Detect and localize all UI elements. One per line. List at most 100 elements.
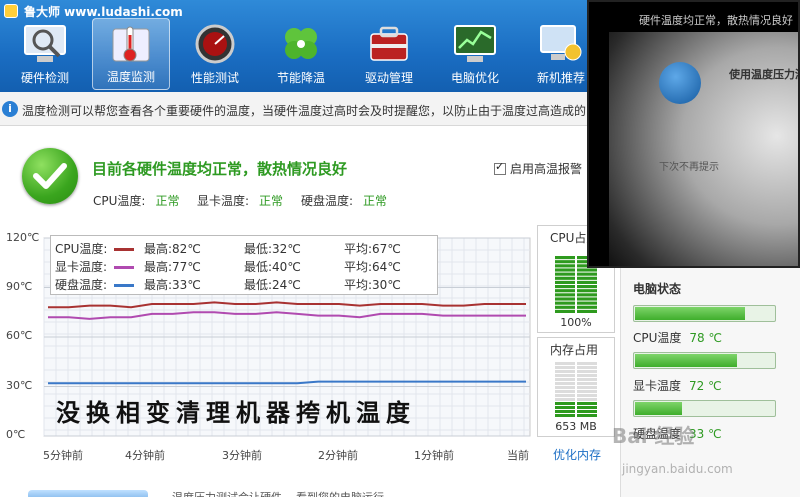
legend-cpu-name: CPU温度:	[55, 242, 108, 256]
x-tick-label: 2分钟前	[318, 449, 358, 462]
cpu-temp-bar	[633, 305, 776, 322]
y-tick-label: 120℃	[6, 231, 40, 244]
meter-segment	[555, 264, 575, 268]
x-tick-label: 4分钟前	[125, 449, 165, 462]
handwritten-annotation: 没换相变清理机器挎机温度	[56, 398, 416, 427]
meter-segment	[555, 370, 575, 373]
memory-usage-gauge	[555, 362, 597, 418]
disk-temp-bar-fill	[635, 402, 682, 415]
meter-segment	[555, 301, 575, 305]
legend-cpu-min: 最低:32℃	[244, 242, 301, 256]
optimize-memory-link[interactable]: 优化内存	[553, 446, 601, 463]
meter-segment	[577, 280, 597, 284]
meter-segment	[555, 398, 575, 401]
meter-segment	[577, 370, 597, 373]
cpu-temp-row: CPU温度 78 ℃	[633, 329, 722, 346]
app-window: 鲁大师 www.ludashi.com 硬件检测 温度监测 性能测试 节能降温 …	[0, 0, 800, 497]
meter-segment	[555, 256, 575, 260]
meter-segment	[577, 293, 597, 297]
baidu-jingyan-watermark: Bai 经验	[612, 424, 695, 448]
cpu-temp-bar-fill	[635, 307, 745, 320]
meter-segment	[555, 305, 575, 309]
legend-cpu-avg: 平均:67℃	[344, 242, 401, 256]
meter-segment	[555, 309, 575, 313]
gpu-temp-value: 72 ℃	[689, 379, 722, 393]
meter-segment	[577, 289, 597, 293]
legend-disk-min: 最低:24℃	[244, 278, 301, 292]
meter-segment	[577, 305, 597, 309]
bottom-description: 温度压力测试会让硬件... 看到您的电脑运行...	[172, 489, 394, 497]
gpu-temp-bar-fill	[635, 354, 737, 367]
meter-segment	[577, 390, 597, 393]
x-tick-label: 当前	[507, 449, 529, 462]
overlay-checkbox-text: 下次不再提示	[659, 162, 719, 173]
meter-segment	[555, 272, 575, 276]
memory-usage-meter: 内存占用 653 MB	[537, 337, 615, 437]
meter-segment	[577, 382, 597, 385]
meter-segment	[577, 402, 597, 405]
meter-segment	[555, 394, 575, 397]
meter-segment	[555, 297, 575, 301]
watermark-url: jingyan.baidu.com	[622, 462, 733, 476]
meter-segment	[577, 276, 597, 280]
meter-segment	[577, 362, 597, 365]
meter-segment	[555, 285, 575, 289]
cpu-temp-label: CPU温度	[633, 331, 682, 345]
y-tick-label: 90℃	[6, 280, 33, 293]
start-stress-test-button[interactable]	[28, 490, 148, 497]
legend-disk-avg: 平均:30℃	[344, 278, 401, 292]
y-tick-label: 60℃	[6, 329, 33, 342]
pc-status-title: 电脑状态	[633, 282, 682, 296]
gpu-temp-bar	[633, 352, 776, 369]
meter-segment	[577, 268, 597, 272]
legend-gpu-min: 最低:40℃	[244, 260, 301, 274]
x-tick-label: 1分钟前	[414, 449, 454, 462]
legend-cpu-swatch	[114, 248, 134, 251]
overlay-photo: 硬件温度均正常，散热情况良好 使用温度压力测 下次不再提示	[587, 0, 800, 268]
y-tick-label: 0℃	[6, 428, 26, 441]
legend-gpu-avg: 平均:64℃	[344, 260, 401, 274]
meter-segment	[555, 362, 575, 365]
legend-gpu-swatch	[114, 266, 134, 269]
meter-segment	[555, 260, 575, 264]
meter-segment	[577, 301, 597, 305]
legend-disk-max: 最高:33℃	[144, 278, 201, 292]
gpu-temp-row: 显卡温度 72 ℃	[633, 377, 722, 394]
cpu-temp-value: 78 ℃	[689, 331, 722, 345]
disk-temp-bar	[633, 400, 776, 417]
meter-segment	[577, 272, 597, 276]
meter-segment	[577, 366, 597, 369]
meter-segment	[577, 406, 597, 409]
gpu-temp-label: 显卡温度	[633, 379, 682, 393]
meter-segment	[555, 276, 575, 280]
meter-segment	[577, 414, 597, 417]
meter-segment	[577, 410, 597, 413]
meter-segment	[555, 280, 575, 284]
y-tick-label: 30℃	[6, 379, 33, 392]
meter-segment	[577, 297, 597, 301]
legend-disk-swatch	[114, 284, 134, 287]
x-tick-label: 5分钟前	[43, 449, 83, 462]
memory-usage-value: 653 MB	[555, 420, 597, 433]
overlay-dialog-title: 使用温度压力测	[729, 68, 800, 81]
meter-segment	[555, 386, 575, 389]
meter-segment	[555, 402, 575, 405]
meter-segment	[555, 406, 575, 409]
overlay-caption: 硬件温度均正常，散热情况良好	[639, 14, 793, 27]
legend-gpu-name: 显卡温度:	[55, 260, 108, 274]
legend-disk-name: 硬盘温度:	[55, 278, 108, 292]
meter-segment	[555, 366, 575, 369]
meter-segment	[555, 378, 575, 381]
memory-usage-title: 内存占用	[550, 343, 599, 357]
meter-segment	[555, 293, 575, 297]
cpu-usage-value: 100%	[560, 316, 592, 329]
legend-gpu-max: 最高:77℃	[144, 260, 201, 274]
meter-segment	[555, 374, 575, 377]
legend-cpu-max: 最高:82℃	[144, 242, 201, 256]
meter-segment	[555, 268, 575, 272]
meter-segment	[577, 386, 597, 389]
meter-segment	[577, 309, 597, 313]
meter-segment	[577, 378, 597, 381]
meter-segment	[555, 410, 575, 413]
memory-usage-bars	[555, 362, 597, 417]
